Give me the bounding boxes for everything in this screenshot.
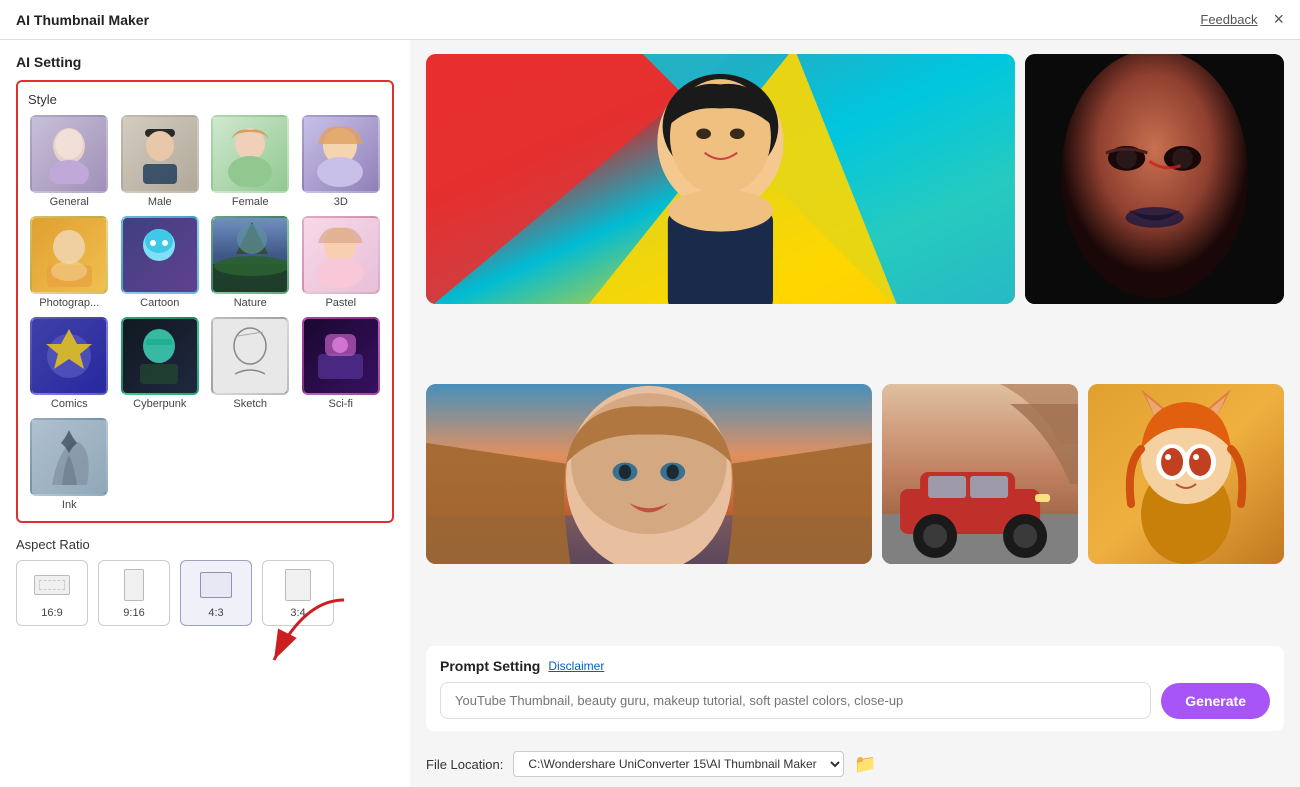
- style-name-male: Male: [148, 196, 172, 208]
- style-item-3d[interactable]: 3D: [300, 115, 383, 208]
- title-bar-actions: Feedback ×: [1200, 9, 1284, 30]
- style-item-cyberpunk[interactable]: Cyberpunk: [119, 317, 202, 410]
- preview-bottom-row: [426, 384, 1284, 634]
- style-thumb-3d: [302, 115, 380, 193]
- style-name-photography: Photograp...: [39, 297, 99, 309]
- style-name-nature: Nature: [234, 297, 267, 309]
- aspect-item-16-9[interactable]: 16:9: [16, 560, 88, 626]
- style-item-cartoon[interactable]: Cartoon: [119, 216, 202, 309]
- preview-area: [426, 54, 1284, 634]
- preview-top-row: [426, 54, 1284, 374]
- style-thumb-male: [121, 115, 199, 193]
- file-path-select[interactable]: C:\Wondershare UniConverter 15\AI Thumbn…: [513, 751, 844, 777]
- style-thumb-photography: [30, 216, 108, 294]
- aspect-item-9-16[interactable]: 9:16: [98, 560, 170, 626]
- style-item-photography[interactable]: Photograp...: [28, 216, 111, 309]
- style-item-comics[interactable]: Comics: [28, 317, 111, 410]
- aspect-item-3-4[interactable]: 3:4: [262, 560, 334, 626]
- style-thumb-pastel: [302, 216, 380, 294]
- style-item-ink[interactable]: Ink: [28, 418, 111, 511]
- folder-icon[interactable]: 📁: [854, 754, 876, 775]
- aspect-name-9-16: 9:16: [123, 607, 144, 619]
- preview-side-image: [1025, 54, 1284, 304]
- style-thumb-cartoon: [121, 216, 199, 294]
- app-title: AI Thumbnail Maker: [16, 12, 149, 28]
- style-item-sketch[interactable]: Sketch: [209, 317, 292, 410]
- prompt-header: Prompt Setting Disclaimer: [440, 658, 1270, 674]
- preview-car-image: [882, 384, 1078, 564]
- style-item-general[interactable]: General: [28, 115, 111, 208]
- prompt-input[interactable]: [440, 682, 1151, 719]
- style-thumb-general: [30, 115, 108, 193]
- style-label: Style: [28, 92, 382, 107]
- aspect-icon-16-9: [32, 567, 72, 603]
- right-panel: Prompt Setting Disclaimer Generate File …: [410, 40, 1300, 787]
- ai-setting-label: AI Setting: [16, 54, 394, 70]
- aspect-icon-4-3: [196, 567, 236, 603]
- main-layout: AI Setting Style General: [0, 40, 1300, 787]
- aspect-name-3-4: 3:4: [290, 607, 305, 619]
- feedback-link[interactable]: Feedback: [1200, 12, 1257, 27]
- aspect-ratio-grid: 16:9 9:16 4:3: [16, 560, 394, 626]
- style-item-male[interactable]: Male: [119, 115, 202, 208]
- preview-portrait-image: [426, 384, 872, 564]
- aspect-name-4-3: 4:3: [208, 607, 223, 619]
- style-thumb-scifi: [302, 317, 380, 395]
- style-name-general: General: [50, 196, 89, 208]
- style-name-sketch: Sketch: [233, 398, 267, 410]
- style-name-3d: 3D: [334, 196, 348, 208]
- prompt-input-row: Generate: [440, 682, 1270, 719]
- style-thumb-female: [211, 115, 289, 193]
- left-panel: AI Setting Style General: [0, 40, 410, 787]
- style-name-pastel: Pastel: [325, 297, 356, 309]
- style-name-scifi: Sci-fi: [329, 398, 353, 410]
- aspect-ratio-label: Aspect Ratio: [16, 537, 394, 552]
- style-thumb-ink: [30, 418, 108, 496]
- aspect-icon-3-4: [278, 567, 318, 603]
- style-thumb-nature: [211, 216, 289, 294]
- title-bar: AI Thumbnail Maker Feedback ×: [0, 0, 1300, 40]
- file-location-label: File Location:: [426, 757, 503, 772]
- aspect-ratio-section: Aspect Ratio 16:9 9:16: [16, 537, 394, 626]
- aspect-name-16-9: 16:9: [41, 607, 62, 619]
- close-button[interactable]: ×: [1273, 9, 1284, 30]
- generate-button[interactable]: Generate: [1161, 683, 1270, 719]
- style-name-cyberpunk: Cyberpunk: [133, 398, 186, 410]
- style-name-cartoon: Cartoon: [140, 297, 179, 309]
- preview-main-image: [426, 54, 1015, 304]
- style-name-female: Female: [232, 196, 269, 208]
- style-name-comics: Comics: [51, 398, 88, 410]
- file-location-bar: File Location: C:\Wondershare UniConvert…: [426, 743, 1284, 777]
- disclaimer-link[interactable]: Disclaimer: [548, 659, 604, 673]
- style-name-ink: Ink: [62, 499, 77, 511]
- style-box: Style General: [16, 80, 394, 523]
- style-item-scifi[interactable]: Sci-fi: [300, 317, 383, 410]
- style-thumb-comics: [30, 317, 108, 395]
- style-grid: General Male: [28, 115, 382, 511]
- style-item-female[interactable]: Female: [209, 115, 292, 208]
- prompt-setting-section: Prompt Setting Disclaimer Generate: [426, 646, 1284, 731]
- aspect-item-4-3[interactable]: 4:3: [180, 560, 252, 626]
- prompt-title: Prompt Setting: [440, 658, 540, 674]
- style-item-nature[interactable]: Nature: [209, 216, 292, 309]
- style-thumb-sketch: [211, 317, 289, 395]
- aspect-icon-9-16: [114, 567, 154, 603]
- style-thumb-cyberpunk: [121, 317, 199, 395]
- style-item-pastel[interactable]: Pastel: [300, 216, 383, 309]
- preview-chibi-image: [1088, 384, 1284, 564]
